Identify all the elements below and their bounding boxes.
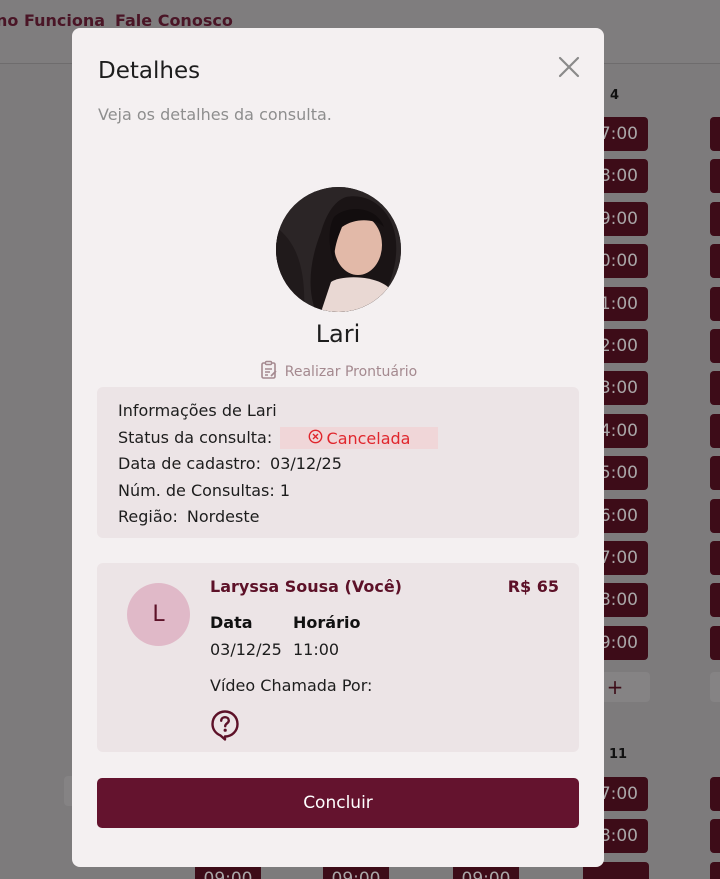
region: Região: Nordeste (118, 507, 259, 526)
consult-price: R$ 65 (507, 577, 559, 596)
add-slot-button[interactable] (710, 672, 720, 702)
date-value: 03/12/25 (210, 640, 282, 659)
time-slot[interactable] (710, 329, 720, 363)
video-call-label: Vídeo Chamada Por: (210, 676, 373, 695)
time-slot[interactable] (710, 201, 720, 236)
time-slot[interactable] (710, 244, 720, 279)
status-badge: Cancelada (280, 427, 438, 449)
consults-value: 1 (279, 481, 291, 500)
professional-avatar: L (127, 583, 190, 646)
status-label: Status da consulta: (118, 428, 273, 447)
time-slot[interactable] (710, 819, 720, 853)
registration-label: Data de cadastro: (118, 454, 261, 473)
patient-avatar (276, 187, 401, 312)
date-label: Data (210, 613, 253, 632)
time-slot[interactable] (710, 456, 720, 491)
create-record-link[interactable]: Realizar Prontuário (72, 360, 604, 384)
time-slot[interactable] (710, 286, 720, 321)
calendar-day-label: 11 (609, 747, 628, 762)
info-heading: Informações de Lari (118, 401, 277, 420)
cancel-circle-icon (308, 429, 323, 448)
region-value: Nordeste (186, 507, 260, 526)
question-chat-icon[interactable] (210, 709, 240, 741)
patient-info-card: Informações de Lari Status da consulta: … (97, 387, 579, 538)
time-value: 11:00 (293, 640, 340, 659)
region-label: Região: (118, 507, 178, 526)
patient-name: Lari (315, 320, 361, 348)
calendar-day-label: 4 (610, 88, 620, 103)
time-slot[interactable] (710, 117, 720, 151)
time-slot[interactable] (710, 498, 720, 533)
registration-value: 03/12/25 (270, 454, 342, 473)
professional-card: L Laryssa Sousa (Você) R$ 65 Data Horári… (97, 563, 579, 752)
time-slot[interactable] (710, 777, 720, 811)
modal-title: Detalhes (98, 58, 201, 84)
time-slot[interactable] (710, 541, 720, 575)
professional-name: Laryssa Sousa (Você) (210, 577, 402, 596)
consults-label: Núm. de Consultas: (118, 481, 275, 500)
time-slot[interactable] (710, 371, 720, 406)
confirm-button[interactable]: Concluir (97, 778, 579, 828)
create-record-label: Realizar Prontuário (284, 364, 418, 380)
time-slot[interactable] (710, 413, 720, 448)
time-slot[interactable] (710, 862, 720, 879)
time-slot[interactable] (710, 159, 720, 194)
status-value: Cancelada (326, 428, 411, 448)
close-icon[interactable] (556, 54, 582, 80)
registration-date: Data de cadastro: 03/12/25 (118, 454, 342, 473)
time-slot[interactable] (710, 583, 720, 618)
time-slot[interactable] (710, 625, 720, 660)
consults-count: Núm. de Consultas: 1 (118, 481, 290, 500)
modal-subtitle: Veja os detalhes da consulta. (98, 105, 332, 124)
time-label: Horário (293, 613, 361, 632)
details-modal: Detalhes Veja os detalhes da consulta. L… (72, 28, 604, 867)
clipboard-icon (259, 360, 279, 384)
